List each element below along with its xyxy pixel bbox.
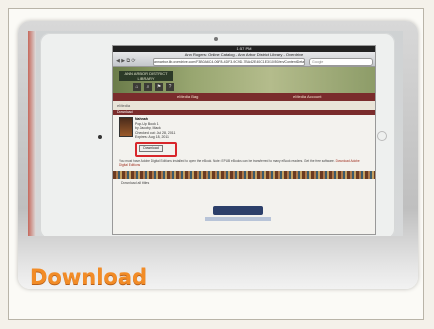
search-input[interactable]: Google [309,58,373,66]
description: You must have Adobe Digital Editions ins… [113,159,375,167]
slide-card: 1:57 PM Ann Rogers: Online Catalog - Ann… [18,21,418,289]
browser-title: Ann Rogers: Online Catalog - Ann Arbor D… [184,52,304,57]
library-logo[interactable]: ANN ARBOR DISTRICT LIBRARY [119,71,173,81]
search-icon[interactable]: ⌕ [144,83,152,91]
book-details: Nahnah Pop-Up Book 1 by Jacoby, Mack Che… [135,117,175,140]
book-cover[interactable] [119,117,133,137]
site-nav: eMedia Bag eMedia Account [113,93,375,101]
footer-text [205,217,271,221]
help-icon[interactable]: ? [166,83,174,91]
book-expires: Expires: Aug 18, 2011 [135,135,169,139]
side-button[interactable] [377,131,387,141]
book-title[interactable]: Nahnah [135,117,148,121]
highlight-box [135,142,177,157]
browser-nav-buttons[interactable]: ◀ ▶ ⧉ ⟳ [116,58,146,64]
site-header: ANN ARBOR DISTRICT LIBRARY ⌂ ⌕ ⚑ ? [113,67,375,93]
book-checked-out: Checked out: Jul 28, 2011 [135,130,176,135]
ipad-device: 1:57 PM Ann Rogers: Online Catalog - Ann… [40,33,395,236]
camera-icon [214,37,218,41]
bookshelf-banner [113,171,375,179]
book-subtitle: Pop-Up Book 1 [135,121,159,126]
book-author: by Jacoby, Mack [135,126,161,130]
home-icon[interactable]: ⌂ [133,83,141,91]
download-all-link[interactable]: Download all titles [113,179,375,187]
url-field[interactable]: annarbor.lib.overdrive.com/F3B0A6C4-06F8… [153,58,305,66]
nav-emedia-account[interactable]: eMedia Account [293,93,321,101]
nav-emedia-bag[interactable]: eMedia Bag [177,93,198,101]
slide-caption: Download [30,265,148,289]
home-button[interactable] [98,135,102,139]
tablet-photo: 1:57 PM Ann Rogers: Online Catalog - Ann… [28,31,403,236]
flag-icon[interactable]: ⚑ [155,83,163,91]
breadcrumb: eMedia [113,101,375,110]
description-text: You must have Adobe Digital Editions ins… [119,159,335,163]
ipad-screen: 1:57 PM Ann Rogers: Online Catalog - Ann… [112,45,376,235]
footer-logo[interactable] [213,206,263,215]
photo-edge [28,31,36,236]
browser-toolbar: Ann Rogers: Online Catalog - Ann Arbor D… [113,52,375,67]
book-row: Nahnah Pop-Up Book 1 by Jacoby, Mack Che… [113,115,375,159]
